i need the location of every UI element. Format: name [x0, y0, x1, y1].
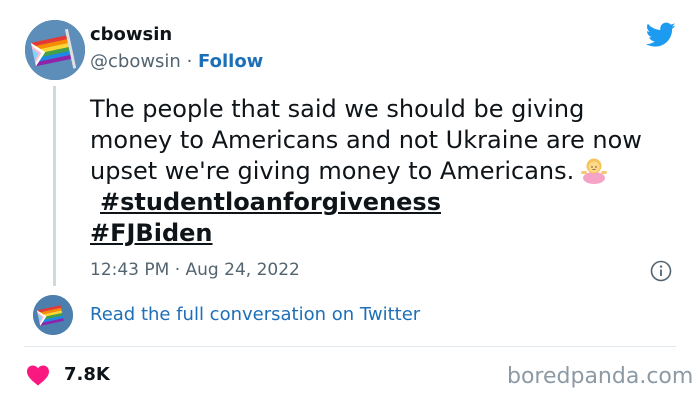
tweet-text-line: The people that said we should be giving: [90, 95, 585, 123]
info-icon[interactable]: [650, 260, 672, 282]
avatar[interactable]: [25, 20, 85, 80]
avatar-flag-image: [33, 295, 73, 335]
thread-connector-line: [53, 86, 56, 286]
hashtag-line: #FJBiden: [90, 218, 690, 249]
hashtag-link[interactable]: #FJBiden: [90, 219, 213, 247]
follow-button[interactable]: Follow: [198, 51, 263, 72]
person-shrugging-emoji-icon: [581, 158, 608, 184]
author-handle-row: @cbowsin · Follow: [90, 51, 263, 72]
source-watermark: boredpanda.com: [507, 364, 694, 389]
tweet-text-line: upset we're giving money to Americans.: [90, 157, 575, 185]
hashtag-line: #studentloanforgiveness: [90, 187, 690, 218]
heart-icon[interactable]: [26, 364, 50, 386]
tweet-text-line-with-emoji: upset we're giving money to Americans.: [90, 156, 690, 187]
author-handle[interactable]: @cbowsin: [90, 51, 181, 72]
avatar-flag-image: [25, 20, 85, 80]
tweet-text-line: money to Americans and not Ukraine are n…: [90, 126, 642, 154]
tweet-body: The people that said we should be giving…: [90, 94, 690, 249]
like-count[interactable]: 7.8K: [64, 364, 110, 385]
tweet-timestamp[interactable]: 12:43 PM · Aug 24, 2022: [90, 260, 300, 280]
hashtag-link[interactable]: #studentloanforgiveness: [100, 188, 441, 216]
read-full-conversation-link[interactable]: Read the full conversation on Twitter: [90, 304, 420, 325]
author-display-name[interactable]: cbowsin: [90, 24, 172, 45]
avatar-small[interactable]: [33, 295, 73, 335]
separator-dot: ·: [186, 51, 193, 72]
twitter-bird-icon[interactable]: [646, 22, 676, 48]
divider: [24, 346, 676, 347]
